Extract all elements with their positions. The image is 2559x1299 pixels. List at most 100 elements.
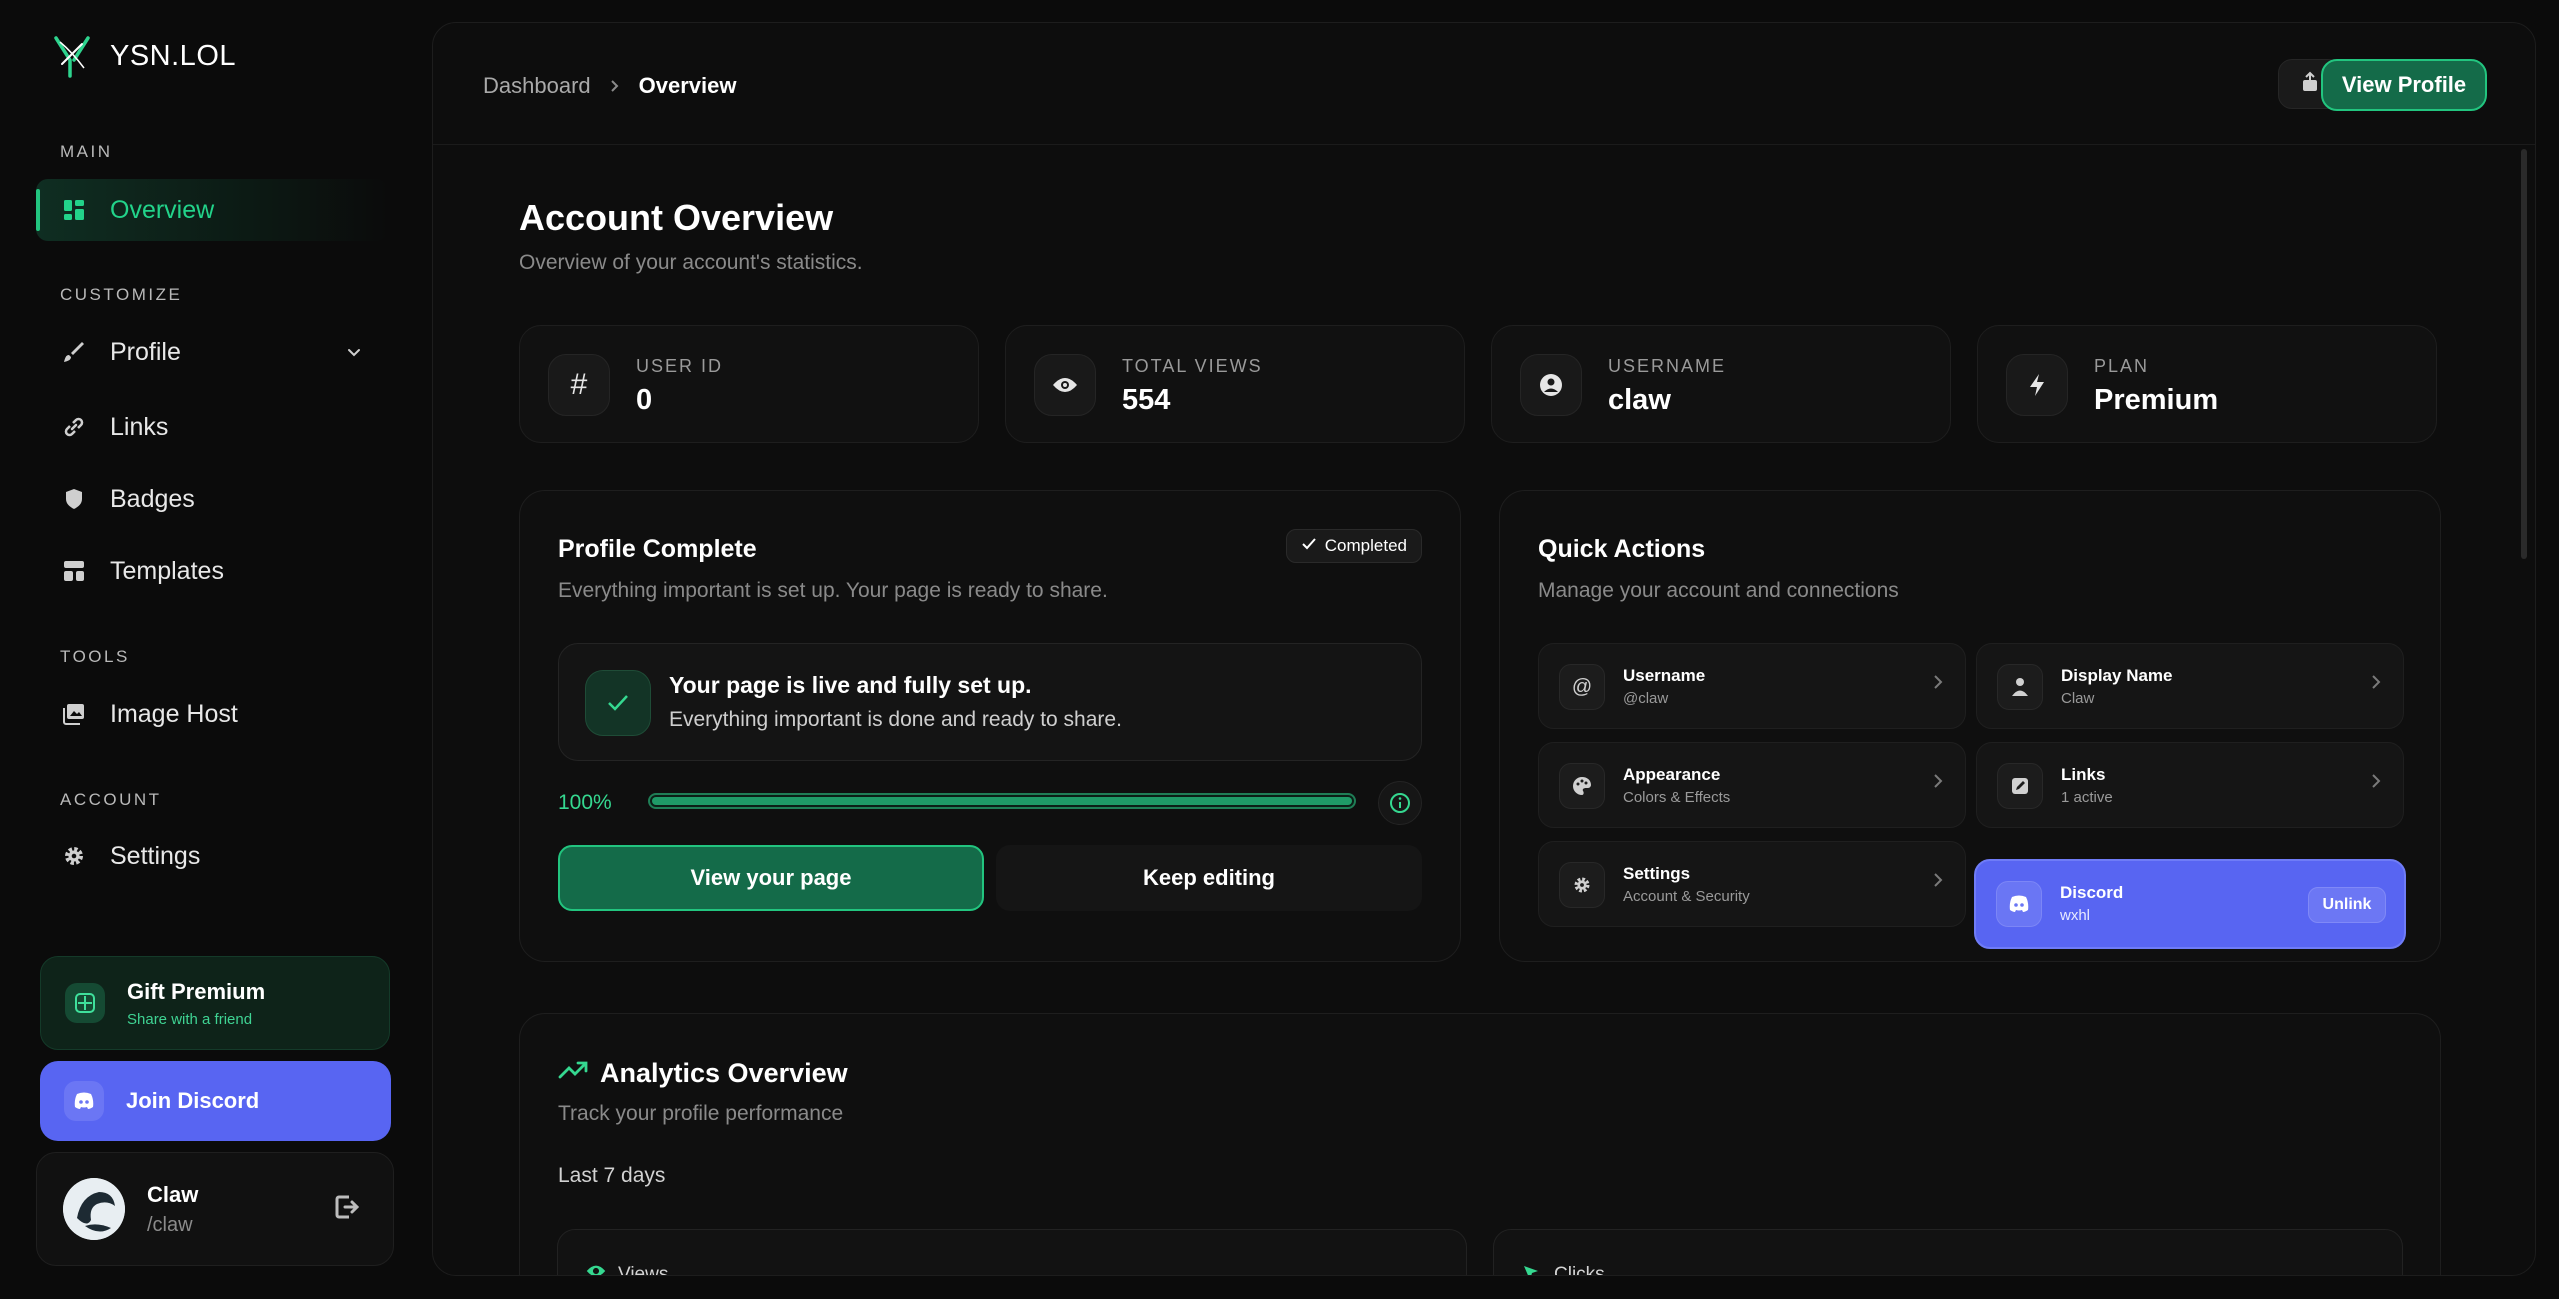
- sidebar-item-templates[interactable]: Templates: [36, 540, 388, 602]
- quick-action-display-name[interactable]: Display Name Claw: [1976, 643, 2404, 729]
- badge-icon: [62, 487, 86, 511]
- sidebar-item-label: Overview: [110, 195, 215, 224]
- hash-icon: #: [548, 354, 610, 416]
- quick-action-appearance[interactable]: Appearance Colors & Effects: [1538, 742, 1966, 828]
- stat-value: Premium: [2094, 384, 2219, 416]
- join-discord-button[interactable]: Join Discord: [40, 1061, 391, 1141]
- sidebar-item-label: Image Host: [110, 699, 238, 728]
- user-name: Claw: [147, 1181, 199, 1207]
- quick-action-title: Appearance: [1623, 765, 1721, 784]
- eye-icon: [586, 1264, 606, 1275]
- progress-fill: [652, 797, 1352, 805]
- sidebar-item-badges[interactable]: Badges: [36, 468, 388, 530]
- stat-card-total-views: TOTAL VIEWS 554: [1005, 325, 1465, 443]
- page-subtitle: Overview of your account's statistics.: [519, 251, 863, 274]
- quick-actions-card: Quick Actions Manage your account and co…: [1499, 490, 2441, 962]
- grid-icon: [62, 198, 86, 222]
- section-label-tools: TOOLS: [60, 647, 130, 666]
- breadcrumb-dashboard[interactable]: Dashboard: [483, 73, 591, 99]
- clicks-chart-title: Clicks: [1554, 1264, 1605, 1276]
- stat-value: 554: [1122, 384, 1171, 416]
- chevron-right-icon: [1933, 674, 1943, 695]
- profile-complete-subtitle: Everything important is set up. Your pag…: [558, 579, 1108, 602]
- main-panel: Dashboard Overview View Profile Account …: [432, 22, 2536, 1276]
- view-profile-button[interactable]: View Profile: [2321, 59, 2487, 111]
- quick-action-title: Discord: [2060, 883, 2124, 902]
- unlink-discord-button[interactable]: Unlink: [2308, 887, 2386, 923]
- check-icon: [585, 670, 651, 736]
- quick-action-title: Display Name: [2061, 666, 2173, 685]
- top-bar: Dashboard Overview View Profile: [433, 23, 2535, 145]
- chevron-right-icon: [1933, 872, 1943, 893]
- quick-action-username[interactable]: @ Username @claw: [1538, 643, 1966, 729]
- check-icon: [1301, 536, 1317, 556]
- logout-icon[interactable]: [333, 1193, 363, 1223]
- view-your-page-button[interactable]: View your page: [558, 845, 984, 911]
- page-live-text: Everything important is done and ready t…: [669, 708, 1122, 731]
- stat-card-username: USERNAME claw: [1491, 325, 1951, 443]
- brush-icon: [62, 340, 86, 364]
- quick-actions-subtitle: Manage your account and connections: [1538, 579, 1899, 602]
- sidebar-item-image-host[interactable]: Image Host: [36, 683, 388, 745]
- user-card[interactable]: Claw /claw: [36, 1152, 394, 1266]
- sidebar-item-label: Badges: [110, 484, 195, 513]
- gear-icon: [1559, 862, 1605, 908]
- progress-percent: 100%: [558, 791, 612, 814]
- quick-action-title: Settings: [1623, 864, 1691, 883]
- chevron-right-icon: [1933, 773, 1943, 794]
- stat-label: USERNAME: [1608, 356, 1727, 376]
- sidebar-item-label: Links: [110, 412, 169, 441]
- quick-action-sub: Colors & Effects: [1623, 789, 1731, 806]
- chevron-right-icon: [2371, 674, 2381, 695]
- scrollbar[interactable]: [2521, 149, 2527, 559]
- link-icon: [62, 415, 86, 439]
- stat-value: 0: [636, 384, 653, 416]
- completed-badge: Completed: [1285, 529, 1422, 563]
- section-label-main: MAIN: [60, 142, 113, 161]
- profile-complete-card: Profile Complete Completed Everything im…: [519, 490, 1461, 962]
- person-icon: [1997, 664, 2043, 710]
- sidebar-item-overview[interactable]: Overview: [36, 179, 388, 241]
- chevron-right-icon: [609, 73, 621, 99]
- quick-action-discord[interactable]: Discord wxhl Unlink: [1974, 859, 2406, 949]
- sidebar-item-settings[interactable]: Settings: [36, 825, 388, 887]
- gear-icon: [62, 844, 86, 868]
- stat-label: PLAN: [2094, 356, 2150, 376]
- share-icon: [2300, 71, 2320, 98]
- avatar: [63, 1178, 125, 1240]
- quick-action-links[interactable]: Links 1 active: [1976, 742, 2404, 828]
- stat-card-plan: PLAN Premium: [1977, 325, 2437, 443]
- page-live-title: Your page is live and fully set up.: [669, 672, 1032, 698]
- at-icon: @: [1559, 664, 1605, 710]
- sidebar-item-links[interactable]: Links: [36, 396, 388, 458]
- discord-icon: [1996, 881, 2042, 927]
- user-handle: /claw: [147, 1213, 193, 1236]
- keep-editing-button[interactable]: Keep editing: [996, 845, 1422, 911]
- edit-icon: [1997, 763, 2043, 809]
- brand[interactable]: YSN.LOL: [52, 34, 236, 78]
- sidebar-item-profile[interactable]: Profile: [36, 321, 388, 383]
- clicks-chart-card: Clicks: [1493, 1229, 2403, 1276]
- chevron-right-icon: [2371, 773, 2381, 794]
- quick-action-sub: Claw: [2061, 690, 2095, 707]
- quick-action-title: Username: [1623, 666, 1706, 685]
- views-chart-title: Views: [618, 1264, 669, 1276]
- progress-bar: [648, 793, 1356, 809]
- analytics-range[interactable]: Last 7 days: [558, 1164, 665, 1188]
- page-live-box: Your page is live and fully set up. Ever…: [558, 643, 1422, 761]
- chevron-down-icon[interactable]: [346, 338, 362, 367]
- profile-complete-title: Profile Complete: [558, 535, 757, 563]
- completed-badge-label: Completed: [1324, 536, 1407, 555]
- brand-name: YSN.LOL: [110, 39, 236, 72]
- gift-premium-button[interactable]: Gift Premium Share with a friend: [40, 956, 390, 1050]
- gift-premium-title: Gift Premium: [127, 978, 266, 1004]
- info-icon[interactable]: [1378, 781, 1422, 825]
- quick-action-settings[interactable]: Settings Account & Security: [1538, 841, 1966, 927]
- analytics-title: Analytics Overview: [600, 1058, 848, 1088]
- template-icon: [62, 559, 86, 583]
- discord-icon: [64, 1081, 104, 1121]
- gift-premium-subtitle: Share with a friend: [127, 1010, 253, 1028]
- section-label-customize: CUSTOMIZE: [60, 285, 183, 304]
- ysn-logo-icon: [54, 36, 90, 78]
- quick-action-sub: @claw: [1623, 690, 1669, 707]
